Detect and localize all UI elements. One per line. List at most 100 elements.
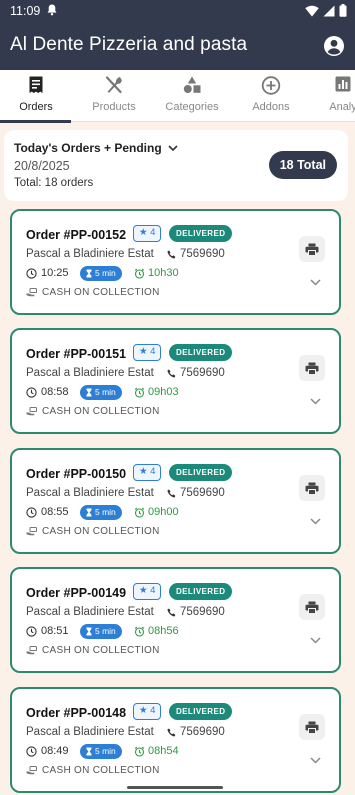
print-button[interactable] bbox=[299, 594, 325, 620]
expand-order-button[interactable] bbox=[310, 631, 321, 649]
order-time-value: 08:49 bbox=[41, 745, 69, 757]
phone-number: 7569690 bbox=[180, 367, 225, 379]
hourglass-icon bbox=[86, 747, 92, 756]
expand-order-button[interactable] bbox=[310, 392, 321, 410]
tab-products[interactable]: Products bbox=[75, 70, 153, 122]
rating-value: 4 bbox=[150, 585, 156, 596]
summary-total-line: Total: 18 orders bbox=[14, 177, 94, 189]
cash-hand-icon bbox=[26, 646, 37, 655]
shapes-icon bbox=[183, 76, 201, 93]
wifi-icon bbox=[305, 5, 319, 16]
print-button[interactable] bbox=[299, 355, 325, 381]
phone-number: 7569690 bbox=[180, 248, 225, 260]
tab-analytics-label: Analy bbox=[329, 101, 355, 113]
prep-time-value: 5 min bbox=[95, 268, 116, 278]
order-time-value: 08:51 bbox=[41, 625, 69, 637]
ready-time: 10h30 bbox=[134, 267, 179, 279]
payment-method-value: CASH ON COLLECTION bbox=[42, 645, 160, 656]
ready-time-value: 08h54 bbox=[148, 745, 179, 757]
phone-number: 7569690 bbox=[180, 487, 225, 499]
summary-filter-dropdown[interactable]: Today's Orders + Pending bbox=[14, 141, 178, 155]
order-number: Order #PP-00152 bbox=[26, 228, 127, 242]
order-card[interactable]: Order #PP-00149 ★ 4 DELIVERED Pascal a B… bbox=[10, 567, 341, 673]
signal-icon bbox=[323, 5, 335, 16]
account-circle-icon[interactable] bbox=[323, 35, 345, 62]
order-card[interactable]: Order #PP-00151 ★ 4 DELIVERED Pascal a B… bbox=[10, 328, 341, 434]
order-time: 10:25 bbox=[26, 267, 69, 279]
ready-time: 08h54 bbox=[134, 745, 179, 757]
ready-time-value: 08h56 bbox=[148, 625, 179, 637]
order-time: 08:49 bbox=[26, 745, 69, 757]
order-time-value: 08:58 bbox=[41, 386, 69, 398]
order-number: Order #PP-00150 bbox=[26, 467, 127, 481]
cash-hand-icon bbox=[26, 407, 37, 416]
chevron-down-icon bbox=[310, 518, 321, 525]
tab-addons[interactable]: Addons bbox=[232, 70, 310, 122]
clock-icon bbox=[26, 506, 37, 518]
tab-categories[interactable]: Categories bbox=[153, 70, 231, 122]
printer-icon bbox=[305, 482, 319, 495]
print-button[interactable] bbox=[299, 475, 325, 501]
status-badge: DELIVERED bbox=[169, 583, 233, 600]
rating-badge: ★ 4 bbox=[133, 344, 162, 361]
phone-number: 7569690 bbox=[180, 726, 225, 738]
utensils-icon bbox=[105, 76, 122, 94]
tab-addons-label: Addons bbox=[252, 101, 290, 113]
notification-bell-icon bbox=[47, 4, 57, 19]
expand-order-button[interactable] bbox=[310, 273, 321, 291]
cash-hand-icon bbox=[26, 527, 37, 536]
payment-method-value: CASH ON COLLECTION bbox=[42, 406, 160, 417]
rating-value: 4 bbox=[150, 227, 156, 238]
tab-orders[interactable]: Orders bbox=[0, 70, 75, 123]
alarm-icon bbox=[134, 626, 145, 637]
clock-icon bbox=[26, 745, 37, 757]
order-time: 08:55 bbox=[26, 506, 69, 518]
order-time-value: 10:25 bbox=[41, 267, 69, 279]
active-tab-indicator bbox=[0, 120, 71, 123]
ready-time-value: 10h30 bbox=[148, 267, 179, 279]
customer-phone: 7569690 bbox=[167, 367, 225, 379]
expand-order-button[interactable] bbox=[310, 512, 321, 530]
printer-icon bbox=[305, 362, 319, 375]
analytics-icon bbox=[335, 76, 351, 92]
clock-icon bbox=[26, 386, 37, 398]
chevron-down-icon bbox=[310, 279, 321, 286]
clock-icon bbox=[26, 625, 37, 637]
rating-value: 4 bbox=[150, 466, 156, 477]
order-card[interactable]: Order #PP-00150 ★ 4 DELIVERED Pascal a B… bbox=[10, 448, 341, 554]
order-number: Order #PP-00149 bbox=[26, 586, 127, 600]
rating-badge: ★ 4 bbox=[133, 225, 162, 242]
hourglass-icon bbox=[86, 388, 92, 397]
summary-heading: Today's Orders + Pending bbox=[14, 141, 162, 155]
payment-method: CASH ON COLLECTION bbox=[26, 765, 160, 776]
hourglass-icon bbox=[86, 627, 92, 636]
order-time-value: 08:55 bbox=[41, 506, 69, 518]
print-button[interactable] bbox=[299, 236, 325, 262]
hourglass-icon bbox=[86, 269, 92, 278]
ready-time-value: 09h00 bbox=[148, 506, 179, 518]
order-card[interactable]: Order #PP-00148 ★ 4 DELIVERED Pascal a B… bbox=[10, 687, 341, 793]
ready-time-value: 09h03 bbox=[148, 386, 179, 398]
expand-order-button[interactable] bbox=[310, 751, 321, 769]
chevron-down-icon bbox=[168, 144, 178, 151]
summary-date: 20/8/2025 bbox=[14, 159, 70, 173]
print-button[interactable] bbox=[299, 714, 325, 740]
tab-products-label: Products bbox=[92, 101, 136, 113]
payment-method: CASH ON COLLECTION bbox=[26, 526, 160, 537]
payment-method-value: CASH ON COLLECTION bbox=[42, 526, 160, 537]
tab-categories-label: Categories bbox=[165, 101, 219, 113]
chevron-down-icon bbox=[310, 637, 321, 644]
payment-method: CASH ON COLLECTION bbox=[26, 406, 160, 417]
prep-time-value: 5 min bbox=[95, 387, 116, 397]
tab-analytics[interactable]: Analy bbox=[304, 70, 355, 122]
add-circle-icon bbox=[261, 76, 281, 95]
rating-value: 4 bbox=[150, 705, 156, 716]
customer-phone: 7569690 bbox=[167, 487, 225, 499]
cash-hand-icon bbox=[26, 288, 37, 297]
total-count-badge: 18 Total bbox=[268, 151, 337, 179]
order-number: Order #PP-00148 bbox=[26, 706, 127, 720]
alarm-icon bbox=[134, 746, 145, 757]
order-card[interactable]: Order #PP-00152 ★ 4 DELIVERED Pascal a B… bbox=[10, 209, 341, 315]
prep-time-value: 5 min bbox=[95, 746, 116, 756]
app-title: Al Dente Pizzeria and pasta bbox=[10, 34, 248, 55]
